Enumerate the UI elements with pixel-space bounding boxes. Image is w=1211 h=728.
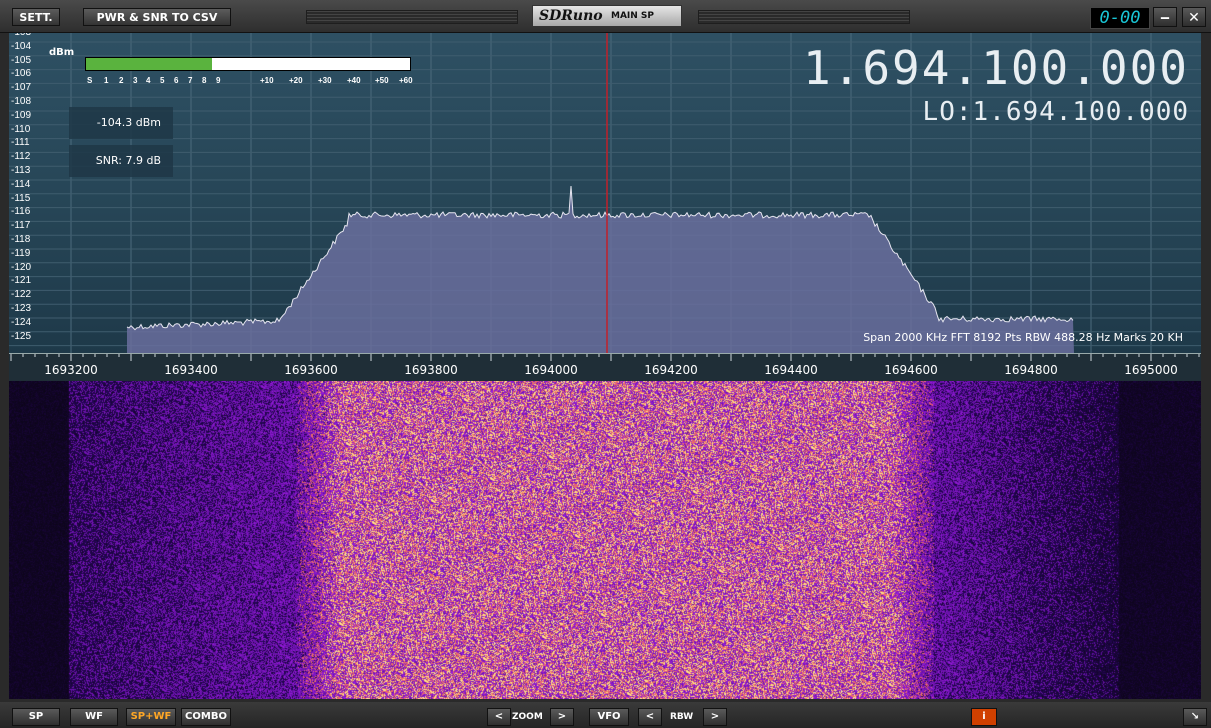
- scale-label: 1694400: [764, 363, 818, 377]
- db-scale-label: -114: [11, 178, 31, 190]
- db-scale-label: -121: [11, 275, 32, 287]
- db-scale-label: -111: [11, 137, 30, 149]
- span-info: Span 2000 KHz FFT 8192 Pts RBW 488.28 Hz…: [863, 331, 1183, 344]
- db-scale-label: -123: [11, 303, 32, 314]
- frequency-display[interactable]: 1.694.100.000: [803, 43, 1189, 93]
- s-meter-mark: 2: [119, 76, 124, 85]
- db-scale-label: -113: [11, 165, 31, 176]
- s-meter-mark: +20: [289, 76, 303, 85]
- resize-handle[interactable]: ↘: [1183, 708, 1207, 726]
- scale-label: 1694200: [644, 363, 698, 377]
- db-scale-label: -110: [11, 123, 31, 135]
- s-meter-mark: +30: [318, 76, 332, 85]
- s-meter-bar: [85, 57, 411, 71]
- minimize-button[interactable]: ‒: [1153, 7, 1177, 27]
- db-scale-label: -122: [11, 289, 32, 301]
- spectrum-fill: [127, 186, 1074, 353]
- panel-name: MAIN SP: [611, 11, 655, 21]
- sdruno-logo: SDRuno MAIN SP: [532, 5, 682, 27]
- s-meter-mark: S: [87, 76, 93, 85]
- db-scale-label: -107: [11, 82, 32, 94]
- scale-label: 1694600: [884, 363, 938, 377]
- spectrum-display[interactable]: -103 -104 -105 -106 -107 -108 -109 -110 -111 -112…: [9, 33, 1201, 353]
- scale-label: 1693400: [164, 363, 218, 377]
- sp-view-button[interactable]: SP: [12, 708, 60, 726]
- db-scale-label: -105: [11, 54, 32, 66]
- brand-name: SDRuno: [539, 8, 603, 24]
- zoom-label: ZOOM: [512, 712, 543, 722]
- title-grip-right[interactable]: [698, 10, 910, 24]
- db-scale-label: -103: [11, 33, 51, 38]
- db-scale-label: -124: [11, 316, 32, 328]
- db-scale-label: -120: [11, 261, 32, 273]
- rbw-label: RBW: [670, 712, 694, 722]
- zoom-out-button[interactable]: <: [487, 708, 511, 726]
- s-meter-mark: 6: [174, 76, 179, 85]
- s-meter-fill: [86, 58, 213, 70]
- s-meter-mark: 9: [216, 76, 221, 85]
- settings-button[interactable]: SETT.: [12, 8, 60, 26]
- s-meter-mark: 8: [202, 76, 207, 85]
- combo-view-button[interactable]: COMBO: [181, 708, 231, 726]
- rbw-increase-button[interactable]: >: [703, 708, 727, 726]
- close-button[interactable]: ✕: [1182, 7, 1206, 27]
- sp-wf-view-button[interactable]: SP+WF: [126, 708, 176, 726]
- scale-label: 1693600: [284, 363, 338, 377]
- clock-display: 0-00: [1090, 7, 1150, 29]
- db-scale-label: -112: [11, 151, 31, 163]
- pwr-snr-to-csv-button[interactable]: PWR & SNR TO CSV: [83, 8, 231, 26]
- wf-view-button[interactable]: WF: [70, 708, 118, 726]
- db-scale-label: -115: [11, 192, 31, 204]
- waterfall-display[interactable]: [9, 381, 1201, 699]
- s-meter-mark: +40: [347, 76, 361, 85]
- zoom-in-button[interactable]: >: [550, 708, 574, 726]
- sdruno-main-sp-window: SETT. PWR & SNR TO CSV SDRuno MAIN SP 0-…: [0, 0, 1211, 728]
- s-meter-mark: 7: [188, 76, 193, 85]
- title-grip-left[interactable]: [306, 10, 518, 24]
- s-meter-mark: 4: [146, 76, 151, 85]
- db-scale-label: -106: [11, 68, 32, 80]
- title-bar[interactable]: SETT. PWR & SNR TO CSV SDRuno MAIN SP 0-…: [0, 0, 1211, 33]
- db-scale-label: -119: [11, 247, 31, 259]
- lo-frequency-display[interactable]: LO:1.694.100.000: [923, 97, 1189, 127]
- s-meter-mark: 1: [104, 76, 109, 85]
- db-scale-label: -118: [11, 234, 31, 245]
- dbm-unit-label: dBm: [49, 47, 75, 58]
- db-scale-label: -109: [11, 109, 32, 121]
- vfo-button[interactable]: VFO: [589, 708, 629, 726]
- scale-label: 1694800: [1004, 363, 1058, 377]
- db-scale-label: -125: [11, 330, 32, 342]
- s-meter-mark: +60: [399, 76, 413, 85]
- scale-label: 1693800: [404, 363, 458, 377]
- db-scale-label: -116: [11, 206, 31, 218]
- scale-label: 1695000: [1124, 363, 1178, 377]
- frequency-scale[interactable]: 1693200 1693400 1693600 1693800 1694000 16942…: [9, 353, 1201, 381]
- db-scale-label: -117: [11, 220, 31, 232]
- db-scale-label: -104: [11, 40, 32, 52]
- s-meter-mark: 5: [160, 76, 165, 85]
- snr-readout: SNR: 7.9 dB: [69, 145, 173, 177]
- s-meter-mark: +50: [375, 76, 389, 85]
- scale-label: 1694000: [524, 363, 578, 377]
- rbw-decrease-button[interactable]: <: [638, 708, 662, 726]
- s-meter-mark: 3: [133, 76, 138, 85]
- s-meter-mark: +10: [260, 76, 274, 85]
- db-scale-label: -108: [11, 96, 32, 107]
- scale-label: 1693200: [44, 363, 98, 377]
- info-button[interactable]: i: [971, 708, 997, 726]
- bottom-toolbar: SP WF SP+WF COMBO < ZOOM > VFO < RBW > i…: [0, 702, 1211, 728]
- waterfall-canvas[interactable]: [9, 381, 1201, 699]
- power-readout: -104.3 dBm: [69, 107, 173, 139]
